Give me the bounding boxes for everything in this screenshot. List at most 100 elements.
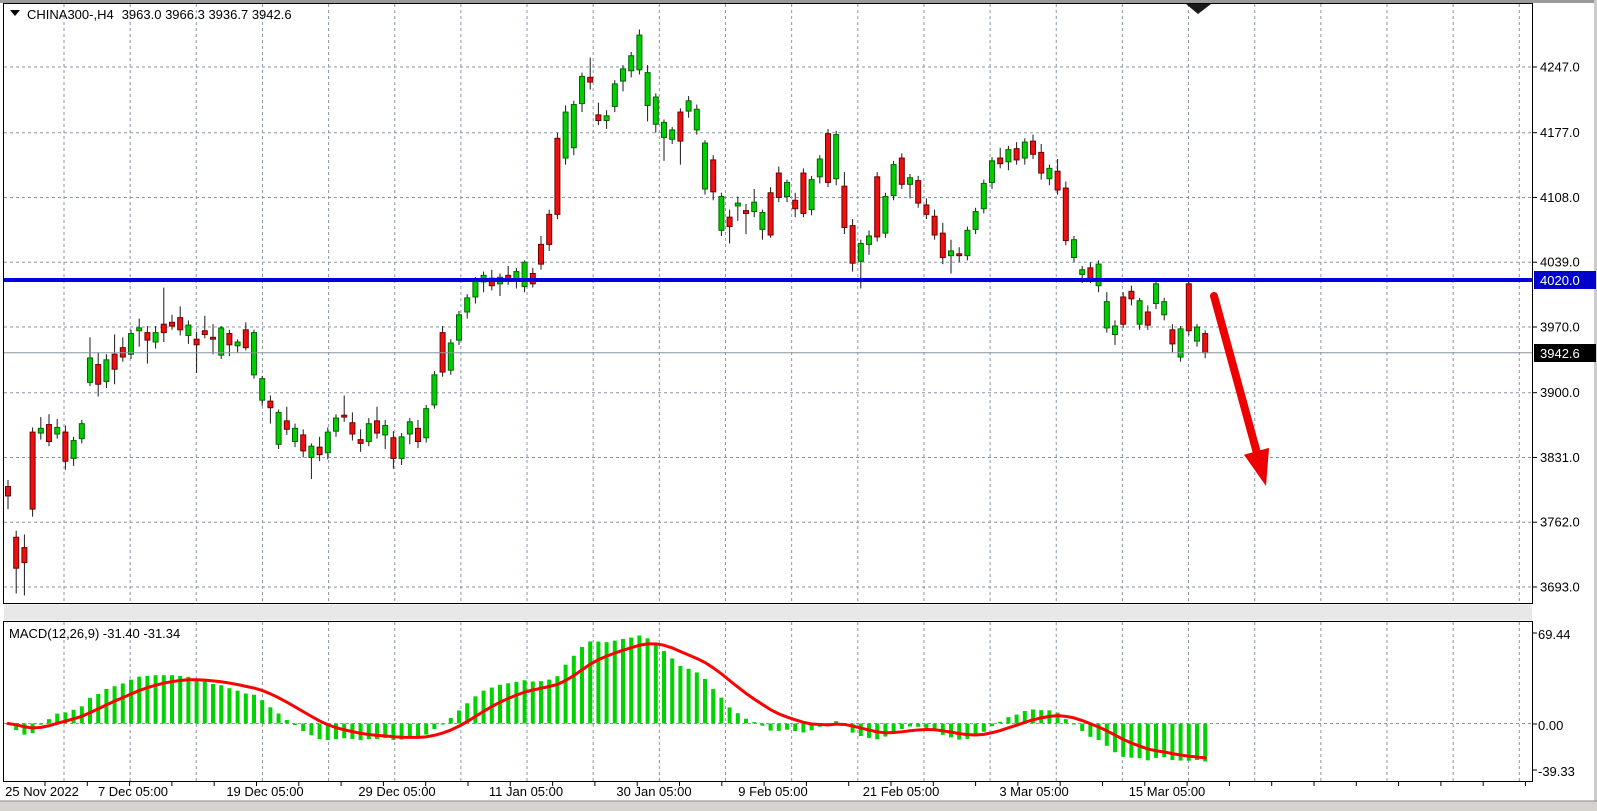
candle-up [79,424,84,439]
macd-histogram-bar [678,666,682,724]
macd-histogram-bar [531,682,535,724]
macd-histogram-bar [1154,724,1158,758]
candle-up [276,412,281,444]
candle-down [596,115,601,121]
price-tick-label: 3900.0 [1540,385,1580,400]
macd-histogram-bar [629,638,633,724]
chart-title-ohlc: 3963.0 3966.3 3936.7 3942.6 [122,7,292,22]
macd-histogram-bar [457,711,461,724]
macd-indicator-label: MACD(12,26,9) -31.40 -31.34 [9,626,180,641]
macd-histogram-bar [424,724,428,735]
candle-down [227,334,232,345]
macd-histogram-bar [367,724,371,740]
candle-down [1145,312,1150,325]
panel-separator[interactable] [4,605,1532,621]
candle-down [801,173,806,213]
price-tick-label: 3831.0 [1540,450,1580,465]
candle-down [957,254,962,256]
macd-histogram-bar [301,724,305,732]
macd-histogram-bar [145,676,149,724]
candle-down [284,421,289,429]
candle-down [932,216,937,235]
time-tick-label: 30 Jan 05:00 [616,784,691,799]
candle-up [1154,284,1159,304]
time-tick-label: 11 Jan 05:00 [489,784,563,799]
candle-up [1113,326,1118,334]
candle-up [473,281,478,297]
candle-up [1080,270,1085,275]
candle-down [727,217,732,226]
candle-down [350,423,355,434]
macd-histogram-bar [277,714,281,724]
macd-histogram-bar [728,707,732,723]
macd-histogram-bar [1072,724,1076,725]
macd-histogram-bar [801,724,805,733]
macd-histogram-bar [260,700,264,723]
candle-up [563,112,568,158]
candle-down [1063,188,1068,241]
candle-up [580,76,585,103]
macd-histogram-bar [1105,724,1109,746]
candle-down [243,330,248,348]
macd-histogram-bar [432,724,436,729]
mt4-chart-window: 4247.04177.04108.04039.03970.03900.03831… [0,0,1597,811]
candle-up [662,122,667,137]
macd-histogram-bar [916,724,920,727]
macd-histogram-bar [687,669,691,724]
candle-down [998,158,1003,164]
macd-histogram-bar [982,724,986,732]
candle-down [924,205,929,214]
macd-histogram-bar [744,719,748,724]
macd-histogram-bar [318,724,322,740]
main-plot-area[interactable] [4,4,1533,604]
candle-down [776,173,781,197]
candle-up [71,441,76,459]
macd-histogram-bar [572,656,576,724]
candle-down [1186,284,1191,331]
macd-tick-label: -39.33 [1538,764,1575,779]
candle-up [383,426,388,435]
candle-up [752,202,757,211]
macd-histogram-bar [1146,724,1150,761]
macd-histogram-bar [1113,724,1117,753]
candle-down [342,415,347,417]
macd-histogram-bar [514,682,518,724]
candle-down [375,421,380,433]
candle-up [186,325,191,335]
price-tick-label: 4039.0 [1540,255,1580,270]
macd-histogram-bar [268,707,272,723]
candle-up [38,428,43,433]
candle-down [1055,171,1060,190]
macd-histogram-bar [113,686,117,723]
candle-up [981,183,986,208]
macd-histogram-bar [236,691,240,724]
candle-up [1022,142,1027,158]
candle-down [30,432,35,509]
current-price-label-text: 3942.6 [1540,346,1580,361]
macd-histogram-bar [473,696,477,723]
macd-histogram-bar [564,665,568,724]
price-tick-label: 4247.0 [1540,60,1580,75]
candle-down [194,339,199,345]
candle-up [424,409,429,438]
candle-down [1121,297,1126,324]
candle-down [358,440,363,444]
candle-up [858,243,863,261]
macd-histogram-bar [244,694,248,724]
candle-down [1129,291,1134,299]
candle-down [842,186,847,227]
macd-histogram-bar [408,724,412,738]
candle-up [653,97,658,124]
candle-down [170,322,175,326]
candle-up [670,130,675,139]
candle-up [153,333,158,342]
macd-histogram-bar [777,724,781,731]
candle-up [703,143,708,189]
macd-plot-area[interactable] [4,622,1533,782]
candle-up [1072,240,1077,258]
candle-up [571,105,576,148]
macd-histogram-bar [523,680,527,723]
candle-up [735,203,740,206]
candle-down [875,177,880,237]
candle-up [448,343,453,370]
